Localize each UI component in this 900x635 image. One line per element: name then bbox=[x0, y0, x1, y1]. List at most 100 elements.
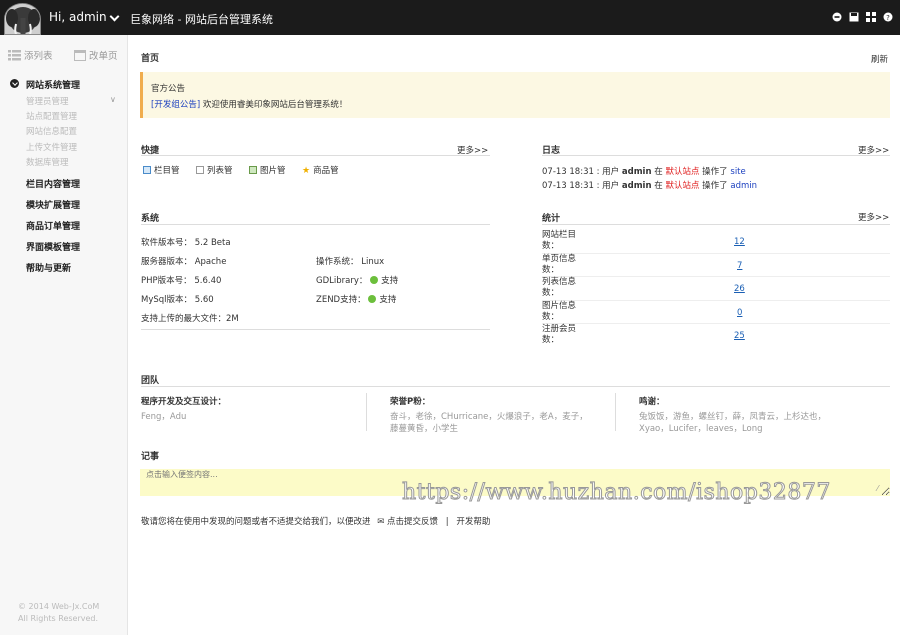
grid-icon[interactable] bbox=[866, 12, 876, 22]
add-list-button[interactable]: 添列表 bbox=[8, 48, 53, 62]
thanks-names: Xyao，Lucifer，leaves，Long bbox=[639, 424, 763, 434]
log-site: 默认站点 bbox=[665, 167, 700, 177]
sidebar-subitem-admins[interactable]: 管理员管理 bbox=[26, 95, 69, 107]
divider bbox=[141, 155, 490, 156]
software-version: 软件版本号： 5.2 Beta bbox=[141, 236, 231, 248]
svg-text:?: ? bbox=[886, 14, 890, 22]
stat-label-line: 数： bbox=[542, 335, 560, 345]
stat-value[interactable]: 7 bbox=[737, 261, 742, 271]
quick-item-products[interactable]: ★ 商品管 bbox=[302, 164, 339, 176]
minus-circle-icon[interactable] bbox=[832, 12, 842, 22]
log-entry: 07-13 18:31 : 用户 admin 在 默认站点 操作了 admin bbox=[542, 179, 757, 191]
notice-link[interactable]: [开发组公告] bbox=[151, 100, 200, 110]
php-version: PHP版本号： 5.6.40 bbox=[141, 274, 221, 286]
field-value: 支持 bbox=[381, 276, 399, 286]
notice-title: 官方公告 bbox=[151, 84, 186, 94]
divider bbox=[615, 393, 616, 431]
field-label: MySql版本： bbox=[141, 295, 193, 305]
thanks-names: 兔饭饭，游鱼，螺丝钉，薛，凤青云，上杉达也， bbox=[639, 412, 827, 422]
quick-item-images[interactable]: 图片管 bbox=[249, 164, 286, 176]
footer-line: 敬请您将在使用中发现的问题或者不适提交给我们，以便改进 ✉ 点击提交反馈 | 开… bbox=[141, 515, 490, 527]
divider bbox=[366, 393, 367, 431]
log-time: 07-13 18:31 : 用户 bbox=[542, 181, 620, 191]
stat-label-line: 数： bbox=[542, 288, 560, 298]
chevron-down-icon[interactable] bbox=[109, 11, 120, 22]
copyright-line: © 2014 Web-Jx.CoM bbox=[18, 602, 100, 611]
log-site: 默认站点 bbox=[665, 181, 700, 191]
user-greeting[interactable]: Hi, admin bbox=[49, 10, 107, 24]
top-bar: Hi, admin 巨象网络 - 网站后台管理系统 ? bbox=[0, 0, 900, 35]
notice-box: 官方公告 [开发组公告] 欢迎使用睿美印象网站后台管理系统！ bbox=[140, 72, 890, 118]
chevron-circle-icon bbox=[10, 79, 19, 88]
envelope-icon: ✉ bbox=[377, 517, 385, 527]
help-link[interactable]: 开发帮助 bbox=[456, 517, 490, 527]
log-user: admin bbox=[621, 181, 652, 191]
thanks-title: 鸣谢： bbox=[639, 397, 665, 407]
notice-text: 欢迎使用睿美印象网站后台管理系统！ bbox=[202, 100, 348, 110]
log-entry: 07-13 18:31 : 用户 admin 在 默认站点 操作了 site bbox=[542, 165, 746, 177]
watermark: https://www.huzhan.com/ishop32877 bbox=[402, 480, 831, 506]
honor-title: 荣誉P粉： bbox=[390, 397, 431, 407]
stat-value[interactable]: 12 bbox=[734, 237, 745, 247]
stats-title: 统计 bbox=[542, 214, 561, 224]
edit-page-button[interactable]: 改单页 bbox=[74, 48, 118, 62]
memo-title: 记事 bbox=[141, 452, 160, 462]
sidebar-item-system[interactable]: 网站系统管理 bbox=[26, 78, 80, 91]
sidebar-item-modules[interactable]: 模块扩展管理 bbox=[26, 198, 80, 211]
sidebar-subitem-sites[interactable]: 站点配置管理 bbox=[26, 110, 77, 122]
quick-item-categories[interactable]: 栏目管 bbox=[143, 164, 180, 176]
feedback-link[interactable]: 点击提交反馈 bbox=[387, 517, 438, 527]
quick-item-label: 栏目管 bbox=[154, 166, 180, 176]
avatar[interactable] bbox=[4, 3, 41, 35]
log-target: site bbox=[730, 167, 746, 177]
field-label: ZEND支持： bbox=[316, 295, 366, 305]
stat-value[interactable]: 26 bbox=[734, 284, 745, 294]
footer-separator: | bbox=[445, 517, 449, 527]
table-row: 注册会员 数： 25 bbox=[542, 324, 890, 348]
sidebar-subitem-database[interactable]: 数据库管理 bbox=[26, 156, 69, 168]
divider bbox=[542, 224, 890, 225]
sidebar-item-templates[interactable]: 界面模板管理 bbox=[26, 240, 80, 253]
divider bbox=[141, 329, 490, 330]
table-row: 列表信息 数： 26 bbox=[542, 277, 890, 301]
field-value: 5.2 Beta bbox=[194, 238, 231, 248]
check-icon bbox=[370, 276, 379, 284]
table-row: 单页信息 数： 7 bbox=[542, 253, 890, 277]
sidebar-item-help[interactable]: 帮助与更新 bbox=[26, 261, 71, 274]
stat-label: 列表信息 数： bbox=[542, 277, 576, 299]
log-text: 在 bbox=[654, 181, 663, 191]
log-text: 在 bbox=[654, 167, 663, 177]
sidebar: 添列表 改单页 网站系统管理 管理员管理 ∨ 站点配置管理 网站信息配置 上传文… bbox=[0, 35, 128, 635]
quick-item-lists[interactable]: 列表管 bbox=[196, 164, 233, 176]
list-icon bbox=[8, 50, 21, 61]
divider bbox=[141, 224, 490, 225]
table-row: 图片信息 数： 0 bbox=[542, 300, 890, 324]
stat-value[interactable]: 25 bbox=[734, 331, 745, 341]
stat-label-line: 数： bbox=[542, 264, 560, 275]
document-icon bbox=[196, 166, 204, 174]
help-icon[interactable]: ? bbox=[883, 12, 893, 22]
check-icon bbox=[368, 295, 377, 303]
stats-table: 网站栏目 数： 12 单页信息 数： 7 列表信息 数： 26 图片信息 数： 0 注册… bbox=[542, 230, 890, 348]
sidebar-item-orders[interactable]: 商品订单管理 bbox=[26, 219, 80, 232]
chevron-down-icon[interactable]: ∨ bbox=[110, 95, 116, 104]
stat-label-line: 单页信息 bbox=[542, 253, 577, 264]
edit-page-label: 改单页 bbox=[89, 51, 118, 62]
site-title: 巨象网络 - 网站后台管理系统 bbox=[130, 13, 273, 26]
mysql-version: MySql版本： 5.60 bbox=[141, 293, 214, 305]
save-icon[interactable] bbox=[849, 12, 859, 22]
refresh-link[interactable]: 刷新 bbox=[871, 53, 888, 65]
stat-label: 注册会员 数： bbox=[542, 324, 576, 346]
stat-label-line: 图片信息 bbox=[542, 300, 577, 311]
stat-label: 网站栏目 数： bbox=[542, 230, 576, 252]
stats-more-link[interactable]: 更多>> bbox=[858, 211, 889, 223]
log-user: admin bbox=[621, 167, 652, 177]
divider bbox=[141, 386, 890, 387]
copyright-line: All Rights Reserved. bbox=[18, 614, 99, 623]
page-icon bbox=[74, 50, 86, 61]
sidebar-item-content[interactable]: 栏目内容管理 bbox=[26, 177, 80, 190]
resize-handle-icon[interactable]: ⁄ bbox=[877, 484, 878, 493]
sidebar-subitem-uploads[interactable]: 上传文件管理 bbox=[26, 141, 77, 153]
stat-value[interactable]: 0 bbox=[737, 308, 742, 318]
sidebar-subitem-siteinfo[interactable]: 网站信息配置 bbox=[26, 125, 77, 137]
